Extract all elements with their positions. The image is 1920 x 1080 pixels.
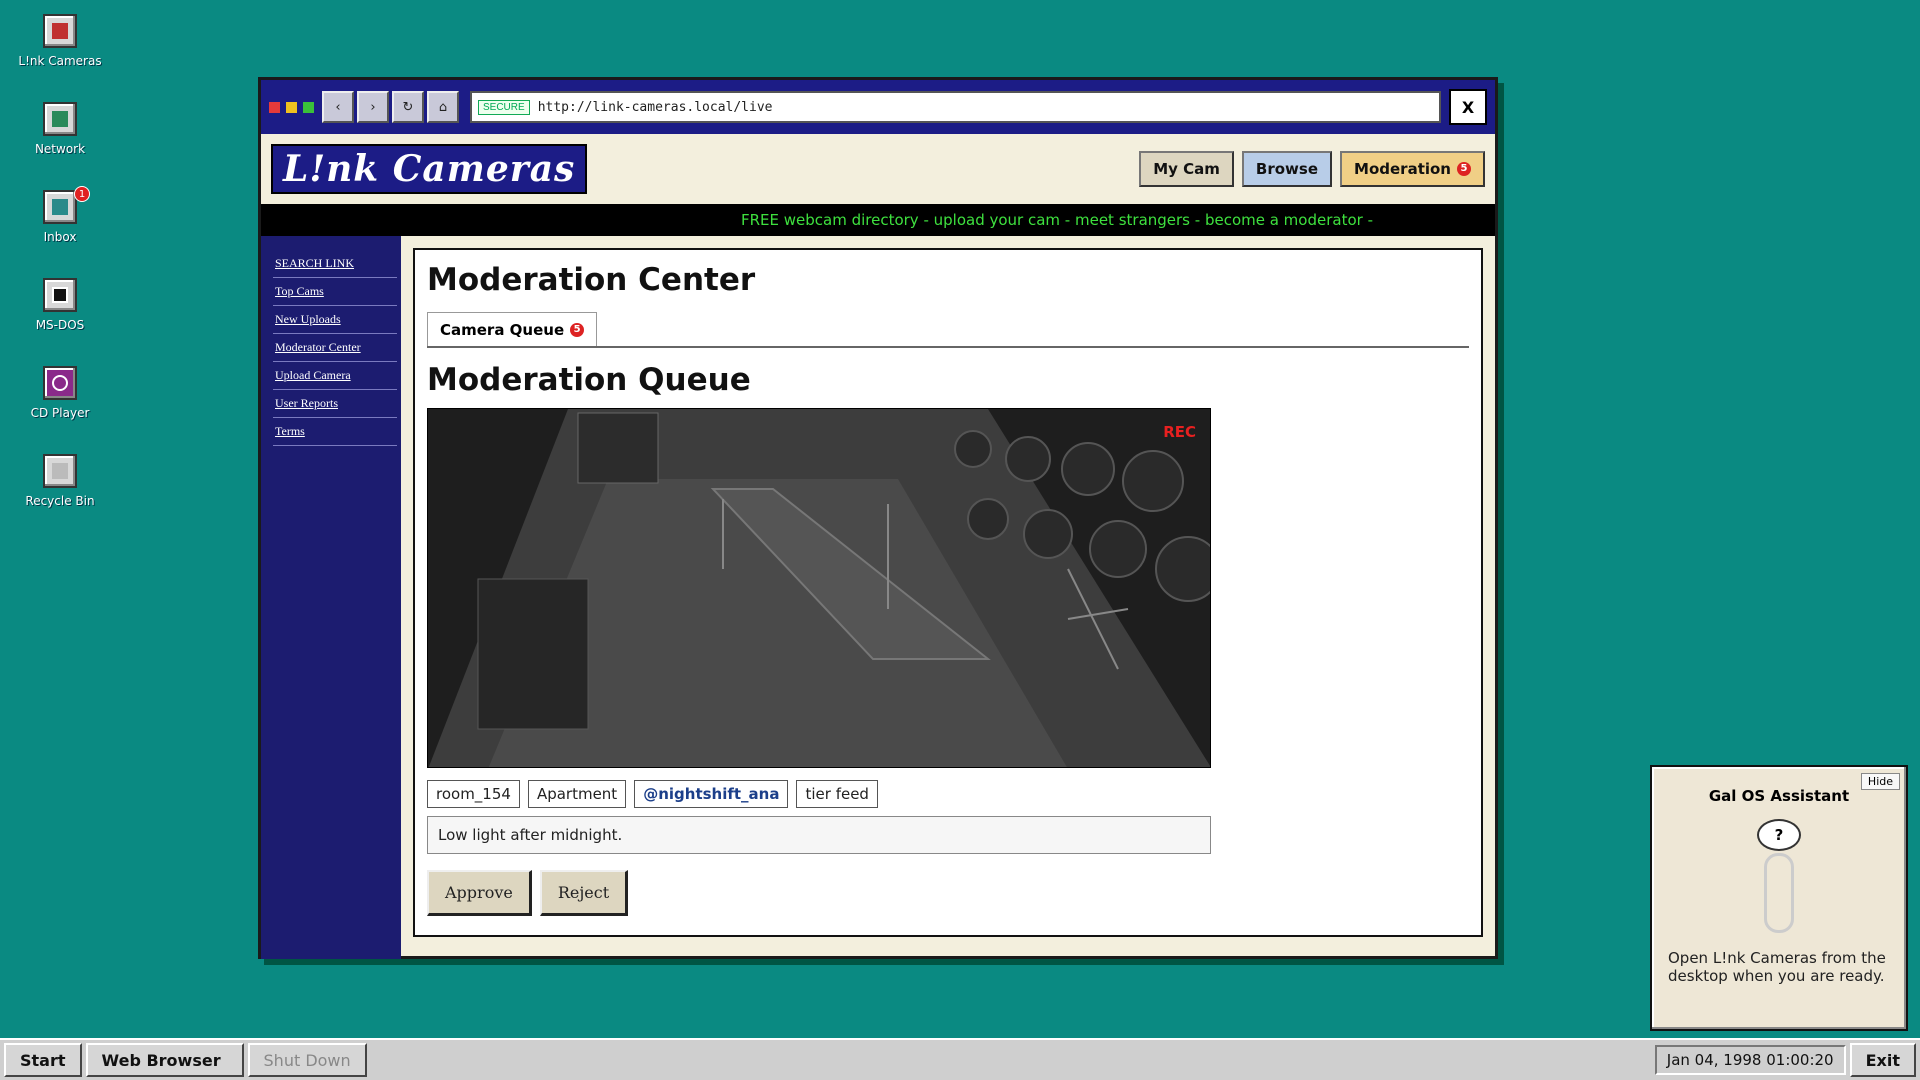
sidebar: SEARCH LINK Top Cams New Uploads Moderat…: [261, 236, 401, 959]
network-icon: [43, 102, 77, 136]
my-cam-label: My Cam: [1153, 160, 1220, 178]
desktop-icon-label: Recycle Bin: [25, 494, 95, 508]
start-button[interactable]: Start: [4, 1043, 82, 1077]
inbox-badge: 1: [74, 186, 90, 202]
taskbar-web-browser[interactable]: Web Browser: [85, 1043, 244, 1077]
moderation-count-badge: 5: [1457, 162, 1471, 176]
desktop-icon-network[interactable]: Network: [12, 98, 108, 186]
secure-badge: SECURE: [478, 99, 530, 115]
sidebar-item-terms[interactable]: Terms: [273, 418, 397, 446]
approve-button[interactable]: Approve: [427, 870, 532, 916]
queue-title: Moderation Queue: [427, 362, 751, 398]
sidebar-item-moderator-center[interactable]: Moderator Center: [273, 334, 397, 362]
sidebar-item-top-cams[interactable]: Top Cams: [273, 278, 397, 306]
desktop-icon-cd-player[interactable]: CD Player: [12, 362, 108, 450]
forward-button[interactable]: ›: [357, 91, 389, 123]
assistant-message: Open L!nk Cameras from the desktop when …: [1668, 949, 1886, 985]
desktop-icon-label: Network: [34, 142, 86, 156]
sidebar-item-search-link[interactable]: SEARCH LINK: [273, 250, 397, 278]
forward-icon: ›: [370, 99, 376, 115]
url-text: http://link-cameras.local/live: [537, 99, 773, 115]
address-bar[interactable]: SECURE http://link-cameras.local/live: [470, 91, 1441, 123]
close-icon: X: [1461, 97, 1475, 117]
reject-label: Reject: [557, 883, 610, 902]
desktop-icon-msdos[interactable]: MS-DOS: [12, 274, 108, 362]
back-icon: ‹: [335, 99, 341, 115]
home-icon: ⌂: [438, 99, 448, 115]
room-tag: room_154: [427, 780, 520, 808]
laundromat-scene: [428, 409, 1210, 767]
feed-description: Low light after midnight.: [427, 816, 1211, 854]
reject-button[interactable]: Reject: [539, 870, 629, 916]
content-wrap: Moderation Center Camera Queue 5 Moderat…: [401, 236, 1495, 959]
feed-meta: room_154 Apartment @nightshift_ana tier …: [427, 780, 1469, 808]
camera-feed: REC: [427, 408, 1211, 768]
cd-player-icon: [43, 366, 77, 400]
tab-label: Camera Queue: [440, 320, 565, 339]
sidebar-item-user-reports[interactable]: User Reports: [273, 390, 397, 418]
back-button[interactable]: ‹: [322, 91, 354, 123]
close-window-button[interactable]: X: [1449, 89, 1487, 125]
user-handle-link[interactable]: @nightshift_ana: [634, 780, 789, 808]
tab-camera-queue[interactable]: Camera Queue 5: [427, 312, 598, 346]
desktop-icons: L!nk Cameras Network 1 Inbox MS-DOS CD P…: [12, 10, 108, 538]
sidebar-item-new-uploads[interactable]: New Uploads: [273, 306, 397, 334]
desktop-icon-inbox[interactable]: 1 Inbox: [12, 186, 108, 274]
type-tag: Apartment: [527, 780, 627, 808]
inbox-icon: [43, 190, 77, 224]
paperclip-icon: [1764, 853, 1794, 933]
moderation-actions: Approve Reject: [427, 870, 1469, 916]
moderation-label: Moderation: [1354, 160, 1451, 178]
desktop-icon-label: MS-DOS: [35, 318, 85, 332]
desktop-icon-label: Inbox: [43, 230, 77, 244]
reload-icon: ↻: [402, 99, 414, 115]
browse-button[interactable]: Browse: [1241, 151, 1333, 187]
taskbar-clock: Jan 04, 1998 01:00:20: [1654, 1045, 1846, 1075]
site-header: L!nk Cameras My Cam Browse Moderation 5: [261, 134, 1495, 204]
marquee-ticker: FREE webcam directory - upload your cam …: [261, 204, 1495, 236]
desktop-icon-link-cameras[interactable]: L!nk Cameras: [12, 10, 108, 98]
tier-tag: tier feed: [796, 780, 878, 808]
tab-bar: Camera Queue 5: [427, 312, 1469, 348]
moderation-button[interactable]: Moderation 5: [1340, 151, 1485, 187]
hide-button[interactable]: Hide: [1860, 773, 1900, 790]
desktop-icon-label: CD Player: [30, 406, 90, 420]
page-title: Moderation Center: [427, 262, 756, 298]
approve-label: Approve: [445, 883, 513, 902]
question-bubble-icon: ?: [1757, 819, 1801, 851]
rec-indicator: REC: [1163, 423, 1196, 441]
site-logo[interactable]: L!nk Cameras: [271, 144, 588, 194]
close-dot[interactable]: [269, 101, 280, 113]
shut-down-button[interactable]: Shut Down: [247, 1043, 367, 1077]
browse-label: Browse: [1255, 160, 1319, 178]
recycle-bin-icon: [43, 454, 77, 488]
desktop-icon-label: L!nk Cameras: [18, 54, 102, 68]
header-nav: My Cam Browse Moderation 5: [1139, 151, 1485, 187]
link-cameras-icon: [43, 14, 77, 48]
taskbar: Start Web Browser Shut Down Jan 04, 1998…: [0, 1038, 1920, 1080]
exit-button[interactable]: Exit: [1849, 1043, 1916, 1077]
my-cam-button[interactable]: My Cam: [1139, 151, 1234, 187]
msdos-icon: [43, 278, 77, 312]
minimize-dot[interactable]: [286, 101, 297, 113]
assistant-panel: Hide Gal OS Assistant ? Open L!nk Camera…: [1650, 765, 1908, 1031]
page-body: SEARCH LINK Top Cams New Uploads Moderat…: [261, 236, 1495, 959]
window-controls: [269, 101, 314, 113]
maximize-dot[interactable]: [303, 101, 314, 113]
sidebar-item-upload-camera[interactable]: Upload Camera: [273, 362, 397, 390]
tab-count-badge: 5: [570, 322, 585, 337]
browser-window: ‹ › ↻ ⌂ SECURE http://link-cameras.local…: [258, 77, 1498, 959]
home-button[interactable]: ⌂: [427, 91, 459, 123]
desktop-icon-recycle-bin[interactable]: Recycle Bin: [12, 450, 108, 538]
browser-toolbar: ‹ › ↻ ⌂ SECURE http://link-cameras.local…: [261, 80, 1495, 134]
reload-button[interactable]: ↻: [392, 91, 424, 123]
moderation-panel: Moderation Center Camera Queue 5 Moderat…: [413, 248, 1483, 937]
